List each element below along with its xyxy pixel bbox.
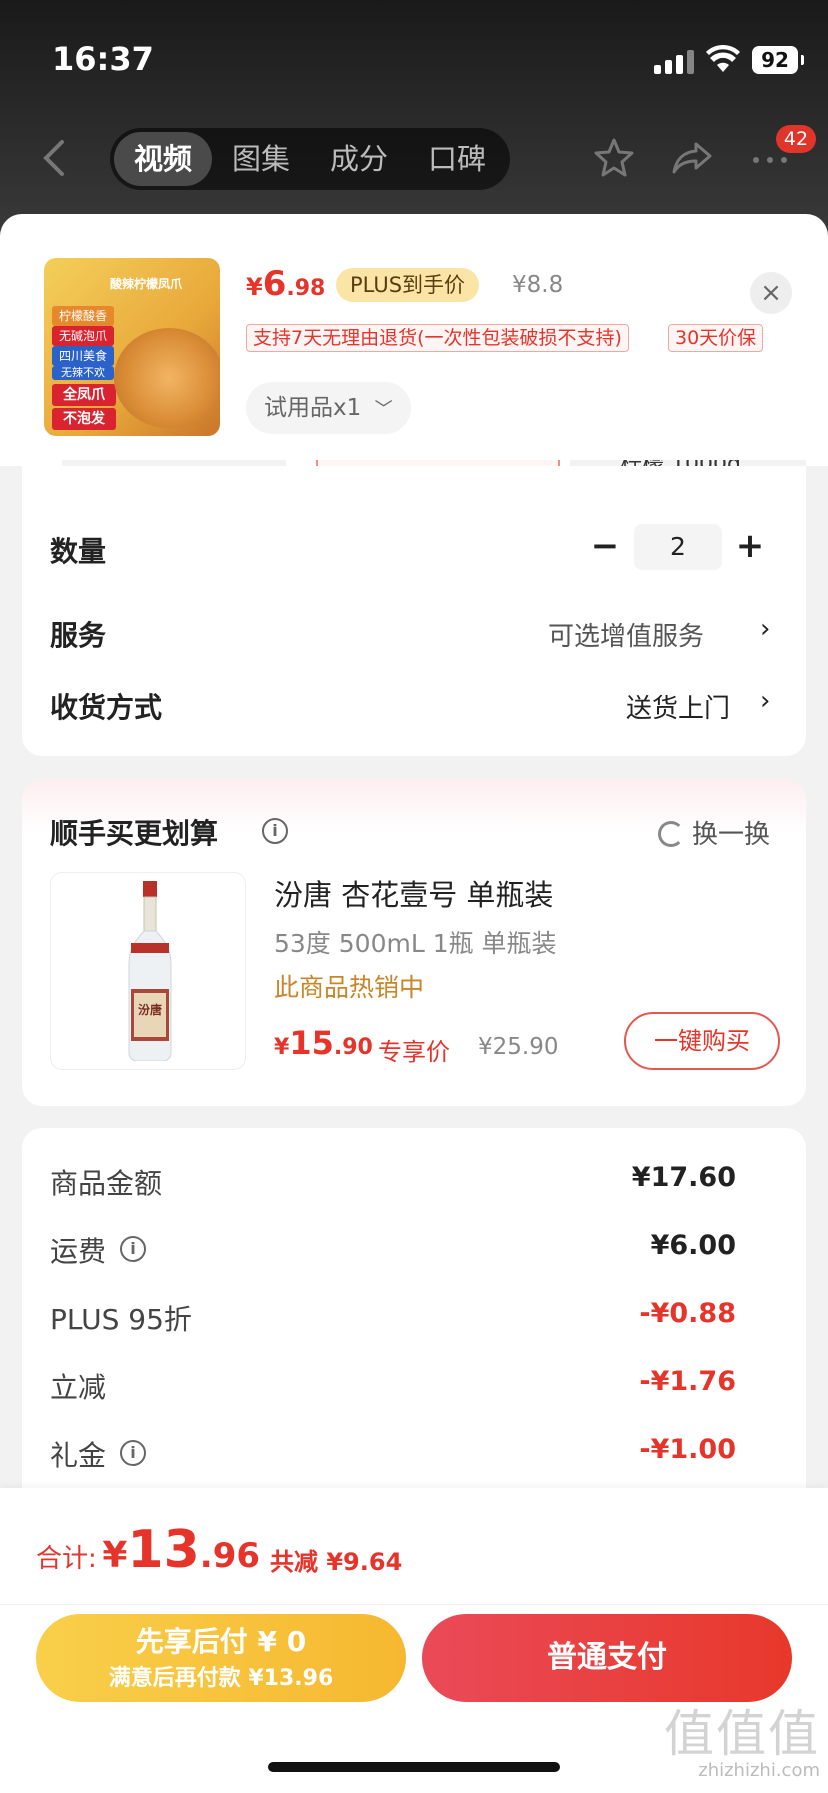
summary-value: ¥6.00 [650,1230,736,1261]
price-dec: .90 [333,1035,373,1060]
thumb-tag: 全凤爪 [52,384,116,406]
recommended-price: ¥15.90 [274,1024,373,1062]
total-dec: .96 [199,1536,261,1576]
share-icon[interactable] [670,136,714,180]
product-thumbnail: 酸辣柠檬凤爪 柠檬酸香 无碱泡爪 四川美食 无辣不欢 全凤爪 不泡发 [44,258,220,436]
tab-ingredients[interactable]: 成分 [310,132,408,186]
thumb-tag: 柠檬酸香 [52,306,114,326]
summary-value: -¥1.76 [639,1366,736,1397]
recommended-product-spec: 53度 500mL 1瓶 单瓶装 [274,929,557,958]
summary-label: 运费 [50,1235,107,1268]
pay-later-subtitle: 满意后再付款 ¥13.96 [108,1666,334,1691]
chevron-right-icon: › [760,686,771,716]
close-button[interactable]: × [750,272,792,314]
price-int: 15 [289,1024,334,1062]
swap-button[interactable]: 换一换 [658,814,770,851]
food-image [114,328,220,428]
info-icon[interactable]: i [120,1440,146,1466]
recommendation-title: 顺手买更划算 [50,817,219,850]
swap-label: 换一换 [692,820,771,850]
plus-price-tag: PLUS到手价 [336,268,480,302]
quantity-increase-button[interactable]: + [734,524,766,568]
bottle-label: 汾唐 [137,1003,162,1017]
info-icon[interactable]: i [262,818,288,844]
summary-label: 礼金 [50,1439,107,1472]
media-tabs: 视频 图集 成分 口碑 [110,128,510,190]
quantity-decrease-button[interactable]: − [590,524,620,568]
status-bar: 16:37 92 [0,0,828,110]
total-price: 合计: ¥13.96 [36,1520,260,1580]
recommended-original-price: ¥25.90 [478,1034,559,1060]
total-label: 合计: [36,1544,97,1574]
tab-reviews[interactable]: 口碑 [408,132,506,186]
total-saved: 共减 ¥9.64 [270,1548,403,1576]
price-protect-tag: 30天价保 [668,324,764,352]
summary-value: ¥17.60 [631,1162,736,1193]
price-currency: ¥ [246,273,263,301]
watermark: 值值值 zhizhizhi.com [664,1694,820,1781]
price-currency: ¥ [274,1035,290,1060]
total-currency: ¥ [102,1535,128,1576]
navigation-bar: 视频 图集 成分 口碑 42 [0,118,828,198]
summary-label: PLUS 95折 [50,1303,192,1336]
service-value[interactable]: 可选增值服务 [548,616,704,653]
status-time: 16:37 [52,40,154,78]
original-price: ¥8.8 [512,272,564,298]
total-int: 13 [127,1520,200,1580]
quantity-input[interactable]: 2 [634,524,722,570]
refresh-icon [658,821,684,847]
chevron-down-icon: ﹀ [374,399,393,420]
summary-value: -¥0.88 [639,1298,736,1329]
pay-later-title: 先享后付 ¥ 0 [135,1625,307,1658]
spec-selector[interactable]: 试用品x1 ﹀ [246,382,411,434]
watermark-logo: 值值值 [664,1705,820,1763]
star-icon[interactable] [592,136,636,180]
exclusive-price-label: 专享价 [378,1038,450,1066]
summary-value: -¥1.00 [639,1434,736,1465]
summary-label: 立减 [50,1371,107,1404]
back-arrow-icon[interactable] [38,138,74,178]
product-price: ¥6.98 [246,264,325,304]
recommended-product-image[interactable]: 汾唐 [50,872,246,1070]
pay-later-button[interactable]: 先享后付 ¥ 0 满意后再付款 ¥13.96 [36,1614,406,1702]
tab-gallery[interactable]: 图集 [212,132,310,186]
notification-badge: 42 [776,125,816,153]
battery-indicator: 92 [752,46,804,74]
price-int: 6 [262,264,287,304]
divider [0,1604,828,1605]
return-policy-tag: 支持7天无理由退货(一次性包装破损不支持) [246,324,629,352]
recommended-product-name[interactable]: 汾唐 杏花壹号 单瓶装 [274,872,553,914]
tab-video[interactable]: 视频 [114,132,212,186]
thumb-tag: 无辣不欢 [52,366,114,380]
summary-label: 商品金额 [50,1167,163,1200]
thumb-tag: 无碱泡爪 [52,326,114,346]
service-label: 服务 [50,619,107,652]
hot-selling-label: 此商品热销中 [274,973,425,1002]
delivery-label: 收货方式 [50,691,163,724]
one-click-buy-button[interactable]: 一键购买 [624,1012,780,1070]
spec-selector-label: 试用品x1 [264,395,362,421]
liquor-bottle-icon [128,881,172,1061]
chevron-right-icon: › [760,614,771,644]
delivery-value[interactable]: 送货上门 [626,688,730,725]
cellular-signal-icon [654,48,696,74]
price-dec: .98 [286,276,326,301]
thumb-tag: 四川美食 [52,346,114,366]
quantity-label: 数量 [50,535,107,568]
normal-pay-button[interactable]: 普通支付 [422,1614,792,1702]
wifi-icon [706,44,740,72]
home-indicator[interactable] [268,1762,560,1772]
thumb-pack-label: 酸辣柠檬凤爪 [110,277,183,291]
thumb-tag: 不泡发 [52,408,116,430]
info-icon[interactable]: i [120,1236,146,1262]
